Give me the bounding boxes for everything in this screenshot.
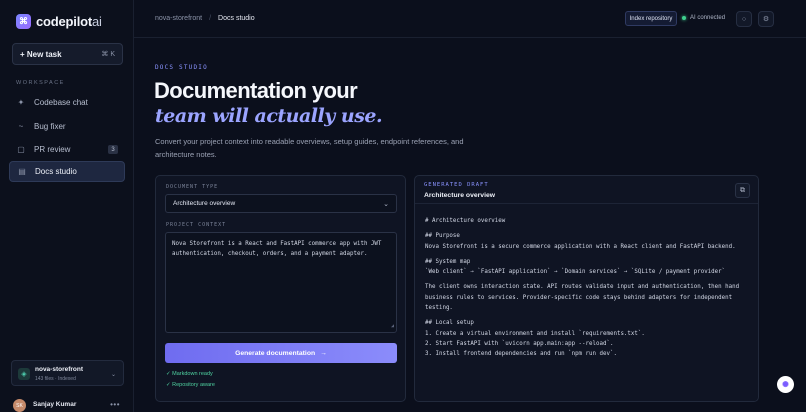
sidebar-item-docs-studio[interactable]: ▤ Docs studio [9,161,125,182]
breadcrumb-current: Docs studio [218,15,255,22]
sidebar-item-label: Docs studio [35,167,77,176]
user-profile[interactable]: SK Sanjay Kumar ••• [13,399,123,412]
ai-status: AI connected [682,15,725,21]
draft-line: 1. Create a virtual environment and inst… [425,330,645,337]
sidebar-item-bug-fixer[interactable]: ~ Bug fixer [9,116,125,137]
breadcrumb-separator: / [209,15,212,22]
index-repository-button[interactable]: Index repository [625,11,677,26]
draft-line: ## System map [425,258,471,265]
draft-line: ## Purpose [425,233,460,240]
doc-form-panel: DOCUMENT TYPE Architecture overview ⌄ PR… [155,175,406,402]
project-context-value: Nova Storefront is a React and FastAPI c… [172,241,382,257]
breadcrumb: nova-storefront / Docs studio [155,15,255,22]
draft-line: 2. Start FastAPI with `uvicorn app.main:… [425,340,614,347]
assistant-icon: ✺ [782,380,789,389]
draft-line: The client owns interaction state. API r… [425,284,740,291]
repo-meta: 143 files · Indexed [35,376,76,382]
arrow-right-icon: → [320,349,327,357]
resize-handle-icon[interactable]: ◢ [391,321,394,331]
draft-line: testing. [425,305,453,312]
draft-line: # Architecture overview [425,218,506,224]
generated-draft-panel: GENERATED DRAFT Architecture overview ⧉ … [414,175,759,402]
page-title: Documentation your [154,78,358,103]
doc-type-label: DOCUMENT TYPE [166,184,219,190]
sidebar-item-codebase-chat[interactable]: ✦ Codebase chat [9,92,125,113]
new-task-button[interactable]: + New task ⌘ K [12,43,123,65]
chevron-down-icon: ⌄ [110,372,116,378]
sparkle-icon: ✦ [17,98,25,107]
project-context-label: PROJECT CONTEXT [166,222,227,228]
draft-line: 3. Install frontend dependencies and run… [425,351,617,358]
new-task-shortcut: ⌘ K [101,51,115,58]
draft-header: GENERATED DRAFT Architecture overview ⧉ [415,176,758,204]
draft-content: # Architecture overview ## Purpose Nova St… [425,216,755,360]
settings-button[interactable]: ⚙ [758,11,774,27]
gear-icon: ⚙ [762,16,770,23]
command-icon: ⌘ [16,14,31,29]
sidebar: ⌘ codepilotai + New task ⌘ K WORKSPACE ✦… [0,0,134,412]
doc-type-select[interactable]: Architecture overview ⌄ [165,194,397,213]
topbar: nova-storefront / Docs studio Index repo… [134,0,806,38]
page-kicker: DOCS STUDIO [155,64,208,71]
doc-type-value: Architecture overview [173,200,236,207]
copy-icon: ⧉ [740,186,745,194]
square-icon: ▢ [17,145,25,154]
theme-toggle-button[interactable]: ○ [736,11,752,27]
repo-name: nova-storefront [35,366,84,373]
breadcrumb-repo[interactable]: nova-storefront [155,15,202,22]
page-title-accent: team will actually use. [155,105,383,127]
draft-kicker: GENERATED DRAFT [424,182,489,188]
repository-aware-check: ✓ Repository aware [166,382,215,388]
doc-icon: ▤ [18,167,26,176]
repo-icon: ◈ [18,368,30,380]
more-icon[interactable]: ••• [110,400,120,409]
draft-line: `Web client` → `FastAPI application` → `… [425,269,726,276]
pr-count-badge: 3 [108,145,118,154]
sidebar-item-label: PR review [34,145,71,154]
sidebar-item-label: Codebase chat [34,98,88,107]
draft-line: Nova Storefront is a secure commerce app… [425,243,736,250]
sidebar-item-label: Bug fixer [34,122,66,131]
draft-title: Architecture overview [424,192,496,199]
draft-line: ## Local setup [425,320,474,327]
scroll-fade [415,391,758,401]
project-context-textarea[interactable]: Nova Storefront is a React and FastAPI c… [165,232,397,333]
sidebar-item-pr-review[interactable]: ▢ PR review 3 [9,139,125,160]
brand-name: codepilotai [36,14,102,29]
wave-icon: ~ [18,122,24,131]
generate-label: Generate documentation [235,349,316,357]
generate-documentation-button[interactable]: Generate documentation → [165,343,397,363]
status-dot-icon [682,16,686,20]
assistant-fab-button[interactable]: ✺ [777,376,794,393]
copy-button[interactable]: ⧉ [735,183,750,198]
draft-line: business rules to services. Provider-spe… [425,294,733,301]
avatar: SK [13,399,26,412]
ai-status-text: AI connected [690,15,726,21]
workspace-section-label: WORKSPACE [16,80,65,86]
markdown-ready-check: ✓ Markdown ready [166,371,213,377]
repo-switcher[interactable]: ◈ nova-storefront 143 files · Indexed ⌄ [11,360,124,386]
page-description: Convert your project context into readab… [155,137,464,159]
new-task-label: + New task [20,49,62,59]
user-name: Sanjay Kumar [33,401,77,408]
chevron-down-icon: ⌄ [383,200,389,208]
moon-icon: ○ [741,15,747,23]
brand[interactable]: ⌘ codepilotai [16,14,102,29]
